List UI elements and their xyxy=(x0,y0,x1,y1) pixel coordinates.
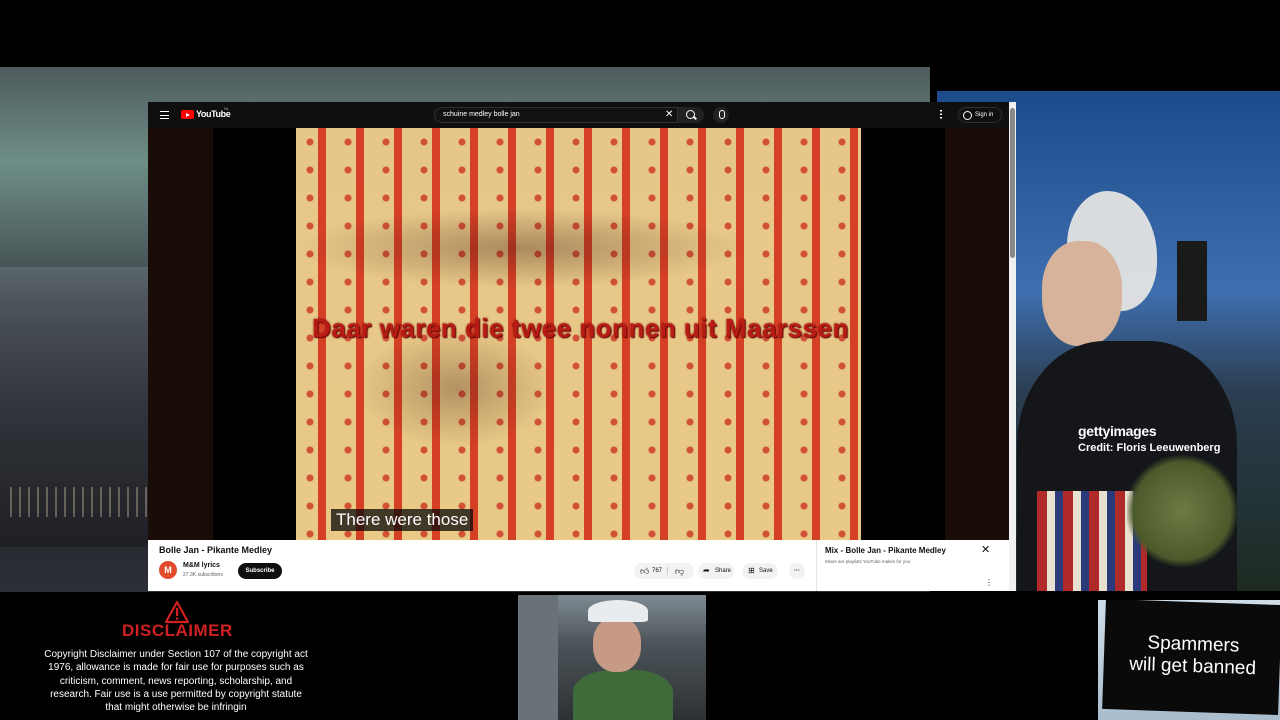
subscribe-button[interactable]: Subscribe xyxy=(238,563,282,579)
lyric-text: Daar waren die twee nonnen uit Maarssen xyxy=(312,313,849,343)
close-icon[interactable]: ✕ xyxy=(981,543,990,556)
person-cap xyxy=(588,600,648,622)
sign-text: Spammers will get banned xyxy=(1117,631,1268,680)
person-face xyxy=(593,617,641,672)
like-count[interactable]: 767 xyxy=(652,563,662,579)
channel-avatar[interactable]: M xyxy=(159,561,177,579)
youtube-logo-icon[interactable] xyxy=(181,110,194,119)
kebab-icon[interactable]: ⋮ xyxy=(985,578,993,587)
thumb-up-icon[interactable]: 👍︎ xyxy=(640,563,649,579)
mix-subtitle: Mixes are playlists YouTube makes for yo… xyxy=(825,559,911,564)
windmill-shape xyxy=(1177,241,1207,321)
scrollbar-thumb[interactable] xyxy=(1010,108,1015,258)
save-label: Save xyxy=(759,568,773,574)
sign-in-button[interactable]: Sign in xyxy=(958,107,1002,123)
close-icon[interactable]: ✕ xyxy=(665,109,673,120)
mix-title[interactable]: Mix - Bolle Jan - Pikante Medley xyxy=(825,546,946,555)
plant-shape xyxy=(1127,451,1237,571)
video-caption: There were those xyxy=(331,509,474,531)
country-code: NL xyxy=(224,106,230,111)
share-button[interactable]: ➦ Share xyxy=(698,563,734,579)
car-frame xyxy=(518,595,558,720)
shadow-overlay xyxy=(296,208,746,288)
mix-playlist-panel[interactable]: Mix - Bolle Jan - Pikante Medley Mixes a… xyxy=(816,540,1016,591)
thumb-down-icon[interactable]: 👎︎ xyxy=(675,563,684,579)
save-button[interactable]: ⊞ Save xyxy=(742,563,778,579)
webcam-feed xyxy=(518,595,706,720)
search-icon[interactable] xyxy=(678,107,704,123)
kebab-icon[interactable] xyxy=(940,109,942,119)
disclaimer-title: DISCLAIMER xyxy=(122,621,233,640)
channel-name[interactable]: M&M lyrics xyxy=(183,562,220,569)
subscriber-count: 27.3K subscribers xyxy=(183,572,224,578)
getty-watermark: gettyimages xyxy=(1078,423,1157,439)
youtube-window: YouTube NL schuine medley bolle jan ✕ Si… xyxy=(148,102,1016,591)
getty-credit: Credit: Floris Leeuwenberg xyxy=(1078,442,1221,454)
user-icon xyxy=(963,111,972,120)
like-dislike-group: 👍︎ 767 👎︎ xyxy=(634,563,694,579)
person-shirt xyxy=(573,670,673,720)
disclaimer-text: Copyright Disclaimer under Section 107 o… xyxy=(44,649,308,714)
video-player[interactable]: Daar waren die twee nonnen uit Maarssen … xyxy=(148,128,1016,540)
share-label: Share xyxy=(715,568,732,574)
scrollbar[interactable] xyxy=(1009,102,1016,591)
search-input[interactable]: schuine medley bolle jan ✕ xyxy=(434,107,678,123)
save-icon: ⊞ xyxy=(748,566,755,575)
shadow-overlay xyxy=(356,328,556,448)
city-lights xyxy=(10,487,150,517)
face-shape xyxy=(1042,241,1122,346)
youtube-header: YouTube NL schuine medley bolle jan ✕ Si… xyxy=(148,102,1016,128)
search-query[interactable]: schuine medley bolle jan xyxy=(443,111,520,118)
divider xyxy=(667,567,668,575)
video-info-bar: Bolle Jan - Pikante Medley M M&M lyrics … xyxy=(148,540,1016,591)
more-actions-button[interactable]: ··· xyxy=(789,563,805,579)
mic-icon[interactable] xyxy=(713,107,729,123)
video-title: Bolle Jan - Pikante Medley xyxy=(159,545,273,555)
menu-icon[interactable] xyxy=(160,111,169,119)
sign-in-label: Sign in xyxy=(975,112,994,118)
share-icon: ➦ xyxy=(703,566,710,575)
spam-sign-image: Spammers will get banned xyxy=(1098,600,1280,720)
